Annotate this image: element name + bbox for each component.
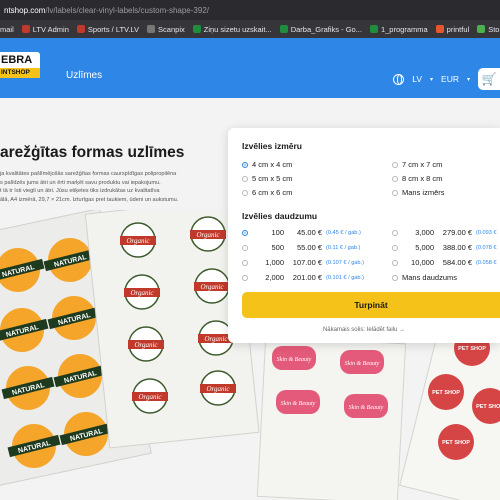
size-option-6x6[interactable]: 6 cm x 6 cm bbox=[242, 188, 292, 197]
bookmark-storenvy[interactable]: Storenvy bbox=[477, 25, 500, 34]
url-path: /lv/labels/clear-vinyl-labels/custom-sha… bbox=[45, 5, 209, 15]
header-actions: LV ▾ EUR ▾ 🛒 bbox=[393, 68, 500, 90]
bookmark-ltv-admin[interactable]: LTV Admin bbox=[21, 25, 69, 34]
svg-text:Organic: Organic bbox=[196, 231, 220, 239]
bookmark-darba[interactable]: Darba_Grafiks - Go... bbox=[279, 25, 362, 34]
radio-icon bbox=[392, 175, 398, 182]
quantity-section-title: Izvēlies daudzumu bbox=[242, 211, 318, 221]
radio-icon bbox=[392, 274, 398, 281]
svg-text:Organic: Organic bbox=[134, 341, 158, 349]
globe-icon bbox=[393, 73, 405, 85]
svg-text:PET SHOP: PET SHOP bbox=[442, 440, 470, 446]
page-title: arežģītas formas uzlīmes bbox=[0, 144, 185, 161]
printful-icon bbox=[435, 25, 444, 33]
radio-icon bbox=[242, 189, 248, 196]
chevron-down-icon: ▾ bbox=[430, 76, 434, 83]
scanpix-icon bbox=[147, 25, 156, 33]
svg-text:Skin & Beauty: Skin & Beauty bbox=[277, 357, 312, 363]
order-config-panel: Izvēlies izmēru 4 cm x 4 cm 7 cm x 7 cm … bbox=[228, 128, 500, 343]
radio-icon bbox=[242, 175, 248, 182]
bookmark-scanpix[interactable]: Scanpix bbox=[147, 25, 185, 34]
bookmark-printful[interactable]: printful bbox=[435, 25, 469, 34]
svg-text:Organic: Organic bbox=[130, 289, 154, 297]
radio-icon bbox=[392, 161, 398, 168]
sheets-icon bbox=[192, 25, 201, 33]
site-header: EBRA INTSHOP Uzlīmes LV ▾ EUR ▾ 🛒 bbox=[0, 38, 500, 98]
continue-button[interactable]: Turpināt bbox=[242, 292, 500, 318]
ltv-icon bbox=[76, 25, 85, 33]
svg-text:Organic: Organic bbox=[204, 335, 228, 343]
radio-icon bbox=[392, 189, 398, 196]
qty-option-2000[interactable]: 2,000 201.00 € (0.101 € / gab.) bbox=[242, 273, 364, 282]
qty-option-10000[interactable]: 10,000 584.00 € (0.058 € bbox=[392, 258, 497, 267]
svg-text:Organic: Organic bbox=[206, 385, 230, 393]
svg-text:Skin & Beauty: Skin & Beauty bbox=[345, 361, 380, 367]
size-option-8x8[interactable]: 8 cm x 8 cm bbox=[392, 174, 442, 183]
size-option-5x5[interactable]: 5 cm x 5 cm bbox=[242, 174, 292, 183]
svg-text:Skin & Beauty: Skin & Beauty bbox=[349, 405, 384, 411]
bookmark-mail[interactable]: mail bbox=[0, 25, 14, 34]
radio-selected-icon bbox=[242, 161, 248, 168]
qty-option-custom[interactable]: Mans daudzums bbox=[392, 273, 457, 282]
cart-icon: 🛒 bbox=[481, 72, 497, 86]
qty-option-5000[interactable]: 5,000 388.00 € (0.078 € bbox=[392, 243, 497, 252]
bookmarks-bar: mail LTV Admin Sports / LTV.LV Scanpix Z… bbox=[0, 20, 500, 38]
svg-text:PET SHOP: PET SHOP bbox=[432, 390, 460, 396]
size-option-7x7[interactable]: 7 cm x 7 cm bbox=[392, 160, 442, 169]
url-host: ntshop.com bbox=[4, 5, 46, 15]
browser-url-bar[interactable]: ntshop.com/lv/labels/clear-vinyl-labels/… bbox=[0, 0, 500, 20]
size-option-custom[interactable]: Mans izmērs bbox=[392, 188, 445, 197]
bookmark-zinu[interactable]: Ziņu sizetu uzskait... bbox=[192, 25, 272, 34]
sheets-icon bbox=[369, 25, 378, 33]
qty-option-100[interactable]: 100 45.00 € (0.45 € / gab.) bbox=[242, 228, 361, 237]
svg-text:PET SHOP: PET SHOP bbox=[458, 346, 486, 352]
currency-selector[interactable]: EUR bbox=[441, 74, 459, 84]
size-option-4x4[interactable]: 4 cm x 4 cm bbox=[242, 160, 292, 169]
cart-button[interactable]: 🛒 bbox=[478, 68, 500, 90]
main-content: arežģītas formas uzlīmes ja kvalitātes p… bbox=[0, 98, 500, 500]
qty-option-500[interactable]: 500 55.00 € (0.11 € / gab.) bbox=[242, 243, 360, 252]
svg-text:Skin & Beauty: Skin & Beauty bbox=[281, 401, 316, 407]
bookmark-programma[interactable]: 1_programma bbox=[369, 25, 428, 34]
site-logo[interactable]: EBRA INTSHOP bbox=[0, 52, 40, 82]
language-selector[interactable]: LV bbox=[412, 74, 422, 84]
sheets-icon bbox=[279, 25, 288, 33]
chevron-down-icon: ▾ bbox=[466, 76, 470, 83]
qty-option-3000[interactable]: 3,000 279.00 € (0.093 € bbox=[392, 228, 497, 237]
storenvy-icon bbox=[477, 25, 486, 33]
product-description: ja kvalitātes pašlīmējošās sarežģītas fo… bbox=[0, 171, 179, 203]
ltv-icon bbox=[21, 25, 30, 33]
svg-text:Organic: Organic bbox=[200, 283, 224, 291]
svg-text:Organic: Organic bbox=[138, 393, 162, 401]
svg-text:Organic: Organic bbox=[126, 237, 150, 245]
nav-link-stickers[interactable]: Uzlīmes bbox=[66, 70, 102, 81]
bookmark-sports[interactable]: Sports / LTV.LV bbox=[76, 25, 139, 34]
next-step-hint: Nākamais solis: Ielādēt failu → bbox=[322, 327, 406, 333]
svg-text:PET SHOP: PET SHOP bbox=[476, 404, 500, 410]
qty-option-1000[interactable]: 1,000 107.00 € (0.107 € / gab.) bbox=[242, 258, 364, 267]
size-section-title: Izvēlies izmēru bbox=[242, 141, 303, 151]
